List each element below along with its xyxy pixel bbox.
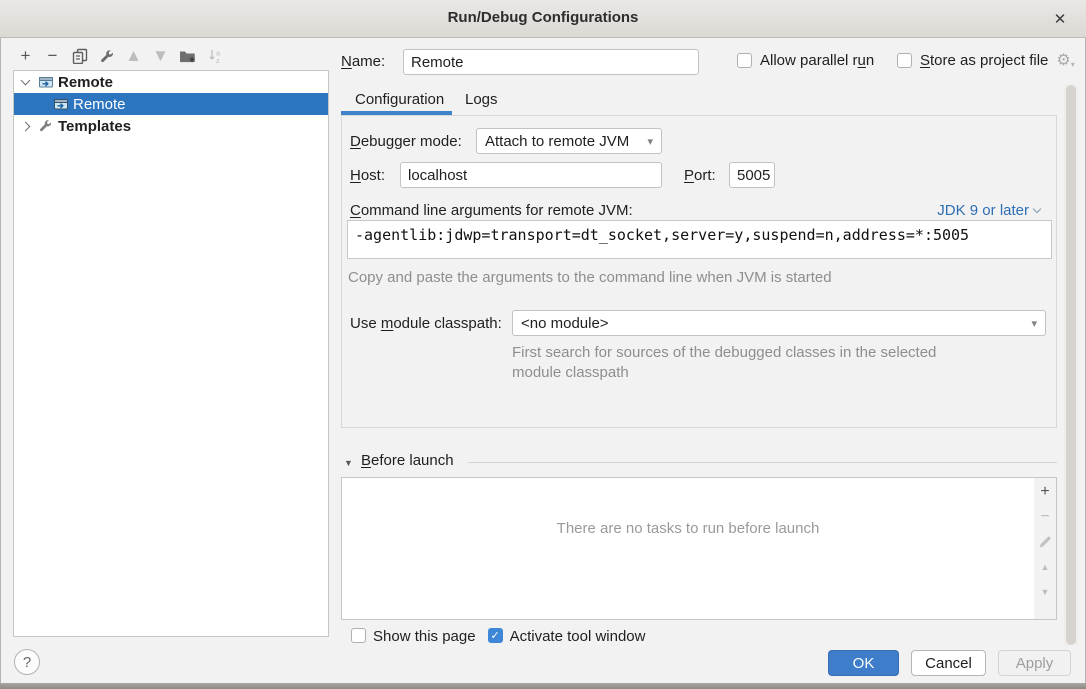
vertical-scrollbar[interactable]: [1064, 85, 1078, 645]
port-input[interactable]: 5005: [729, 162, 775, 188]
activate-tool-window-label: Activate tool window: [510, 628, 646, 645]
debugger-mode-label: Debugger mode:: [350, 133, 462, 150]
move-down-icon[interactable]: ▼: [151, 46, 170, 66]
chevron-down-icon: ▾: [1031, 317, 1037, 330]
create-new-folder-icon[interactable]: [178, 46, 197, 66]
help-button[interactable]: ?: [14, 649, 40, 675]
configurations-tree: Remote Remote Templates: [13, 70, 329, 637]
tree-item-remote-group[interactable]: Remote: [14, 71, 328, 93]
before-launch-toolbar: + − ▲ ▼: [1034, 477, 1057, 620]
store-as-project-file-checkbox[interactable]: [897, 53, 912, 68]
command-line-arguments-field[interactable]: -agentlib:jdwp=transport=dt_socket,serve…: [347, 220, 1052, 259]
use-module-classpath-label: Use module classpath:: [350, 315, 502, 332]
command-line-arguments-label: Command line arguments for remote JVM:: [350, 202, 633, 219]
copy-configuration-icon[interactable]: [70, 46, 89, 66]
show-this-page-option: Show this page: [351, 628, 476, 645]
remove-task-button[interactable]: −: [1036, 508, 1055, 526]
remote-configuration-icon: [53, 96, 69, 112]
before-launch-task-list[interactable]: There are no tasks to run before launch: [341, 477, 1035, 620]
dialog-title: Run/Debug Configurations: [0, 9, 1086, 26]
remove-configuration-button[interactable]: −: [43, 46, 62, 66]
chevron-right-icon[interactable]: [21, 121, 31, 131]
before-launch-collapse-icon[interactable]: ▼: [344, 458, 353, 468]
sort-configurations-icon[interactable]: az: [205, 46, 224, 66]
chevron-down-icon[interactable]: [21, 76, 31, 86]
svg-text:z: z: [216, 56, 220, 64]
page-options-row: Show this page ✓ Activate tool window: [351, 628, 771, 645]
host-label: Host:: [350, 167, 385, 184]
show-this-page-checkbox[interactable]: [351, 628, 366, 643]
ok-button[interactable]: OK: [828, 650, 899, 676]
store-as-project-file-label: Store as project file: [920, 52, 1048, 69]
tree-item-label: Templates: [58, 118, 131, 135]
add-task-button[interactable]: +: [1036, 483, 1055, 501]
module-hint-line1: First search for sources of the debugged…: [512, 344, 936, 361]
module-hint-line2: module classpath: [512, 364, 629, 381]
configuration-form: Debugger mode: Attach to remote JVM ▾ Ho…: [341, 115, 1057, 428]
add-configuration-button[interactable]: +: [16, 46, 35, 66]
before-launch-title: Before launch: [361, 452, 454, 469]
run-debug-configurations-dialog: Run/Debug Configurations ✕ + − ▲ ▼ az Re…: [0, 0, 1086, 689]
edit-task-pencil-icon[interactable]: [1036, 533, 1055, 551]
tree-item-label: Remote: [73, 96, 126, 113]
configurations-toolbar: + − ▲ ▼ az: [16, 45, 224, 67]
tree-item-remote-selected[interactable]: Remote: [14, 93, 328, 115]
tree-item-label: Remote: [58, 74, 113, 91]
activate-tool-window-option: ✓ Activate tool window: [488, 628, 646, 645]
allow-parallel-run-option: Allow parallel run: [737, 52, 874, 69]
jdk-version-dropdown-link[interactable]: JDK 9 or later: [937, 202, 1040, 219]
allow-parallel-run-label: Allow parallel run: [760, 52, 874, 69]
edit-defaults-wrench-icon[interactable]: [97, 46, 116, 66]
apply-button[interactable]: Apply: [998, 650, 1071, 676]
host-input[interactable]: localhost: [400, 162, 662, 188]
name-label: Name:: [341, 53, 385, 70]
command-line-hint: Copy and paste the arguments to the comm…: [348, 269, 832, 286]
close-icon[interactable]: ✕: [1046, 6, 1074, 32]
remote-configuration-icon: [38, 74, 54, 90]
window-bottom-edge: [0, 683, 1086, 689]
tree-item-templates[interactable]: Templates: [14, 115, 328, 137]
chevron-down-icon: [1033, 205, 1041, 213]
port-label: Port:: [684, 167, 716, 184]
move-task-up-icon[interactable]: ▲: [1036, 558, 1055, 576]
name-input[interactable]: Remote: [403, 49, 699, 75]
module-classpath-select[interactable]: <no module> ▾: [512, 310, 1046, 336]
cancel-button[interactable]: Cancel: [911, 650, 986, 676]
chevron-down-icon: ▾: [647, 135, 653, 148]
titlebar: Run/Debug Configurations ✕: [0, 0, 1086, 38]
before-launch-separator: [468, 462, 1057, 463]
tab-configuration[interactable]: Configuration: [355, 91, 444, 108]
templates-wrench-icon: [38, 118, 54, 134]
show-this-page-label: Show this page: [373, 628, 476, 645]
move-task-down-icon[interactable]: ▼: [1036, 583, 1055, 601]
before-launch-empty-text: There are no tasks to run before launch: [342, 520, 1034, 537]
store-settings-gear-icon[interactable]: ⚙▾: [1056, 53, 1074, 69]
move-up-icon[interactable]: ▲: [124, 46, 143, 66]
tab-logs[interactable]: Logs: [465, 91, 498, 108]
activate-tool-window-checkbox[interactable]: ✓: [488, 628, 503, 643]
debugger-mode-select[interactable]: Attach to remote JVM ▾: [476, 128, 662, 154]
store-as-project-file-option: Store as project file ⚙▾: [897, 52, 1075, 69]
allow-parallel-run-checkbox[interactable]: [737, 53, 752, 68]
scrollbar-thumb[interactable]: [1066, 85, 1076, 645]
